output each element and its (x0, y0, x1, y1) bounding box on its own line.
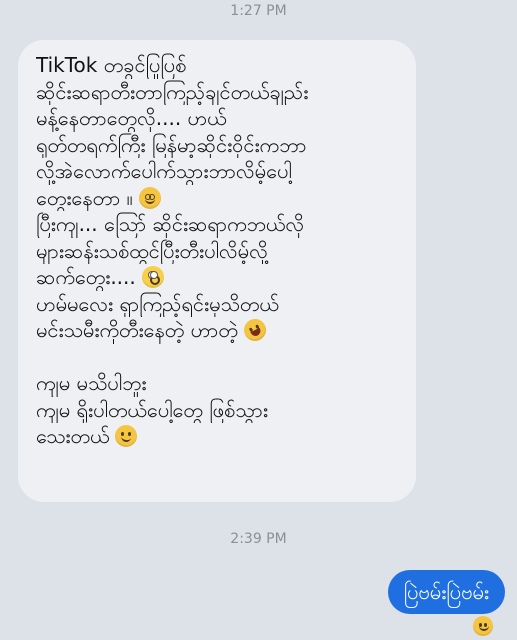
message-line: ကျမ ရိုးပါတယ်ပေါ့တွေ ဖြစ်သွား (36, 397, 268, 422)
message-line: တွေးနေတာ ။ (36, 185, 400, 212)
message-line: ဆက်တွေး.... (36, 264, 400, 291)
rofl-icon (240, 317, 270, 344)
message-line: မန့်နေတာတွေလို.... ဟယ် (36, 106, 227, 130)
message-line: ပြီးကျ... သြော် ဆိုင်းဆရာကဘယ်လို (36, 212, 305, 236)
timestamp: 1:27 PM (230, 3, 287, 19)
message-line: သေးတယ် (36, 423, 400, 450)
rolling-eyes-icon (141, 266, 164, 288)
message-line: ရုတ်တရက်ကြီး မြန်မာ့ဆိုင်းဝိုင်းကဘာ (36, 132, 307, 157)
message-line: မင်းသမီးကိုတီးနေတဲ့ ဟာတဲ့ (36, 317, 400, 344)
message-line: များဆန်းသစ်ထွင်ပြီးတီးပါလိမ့်လို့ (36, 238, 268, 263)
outgoing-message-bubble[interactable]: ပြဲဗမ်းပြဲဗမ်း (387, 570, 505, 614)
message-line: ဟမ်မလေး ရှာကြည့်ရင်းမှသိတယ် (36, 291, 279, 316)
incoming-message-bubble[interactable]: TikTok တခွင်ပြုပြစ် ဆိုင်းဆရာတီးတာကြည့်ခ… (18, 40, 416, 502)
timestamp: 2:39 PM (230, 531, 287, 547)
message-line: ကျမ မသိပါဘူး (36, 371, 147, 395)
woozy-face-icon (115, 425, 138, 447)
dizzy-face-icon (138, 186, 161, 209)
message-line: လို့အဲလောက်ပေါက်သွားဘာလိမ့်ပေါ့ (36, 159, 292, 183)
message-line: TikTok တခွင်ပြုပြစ် (36, 53, 187, 77)
message-reaction[interactable] (473, 616, 493, 636)
message-line-blank (36, 344, 400, 371)
grinning-face-icon (473, 616, 493, 636)
message-line: ဆိုင်းဆရာတီးတာကြည့်ချင်တယ်ချည်း (36, 79, 309, 104)
